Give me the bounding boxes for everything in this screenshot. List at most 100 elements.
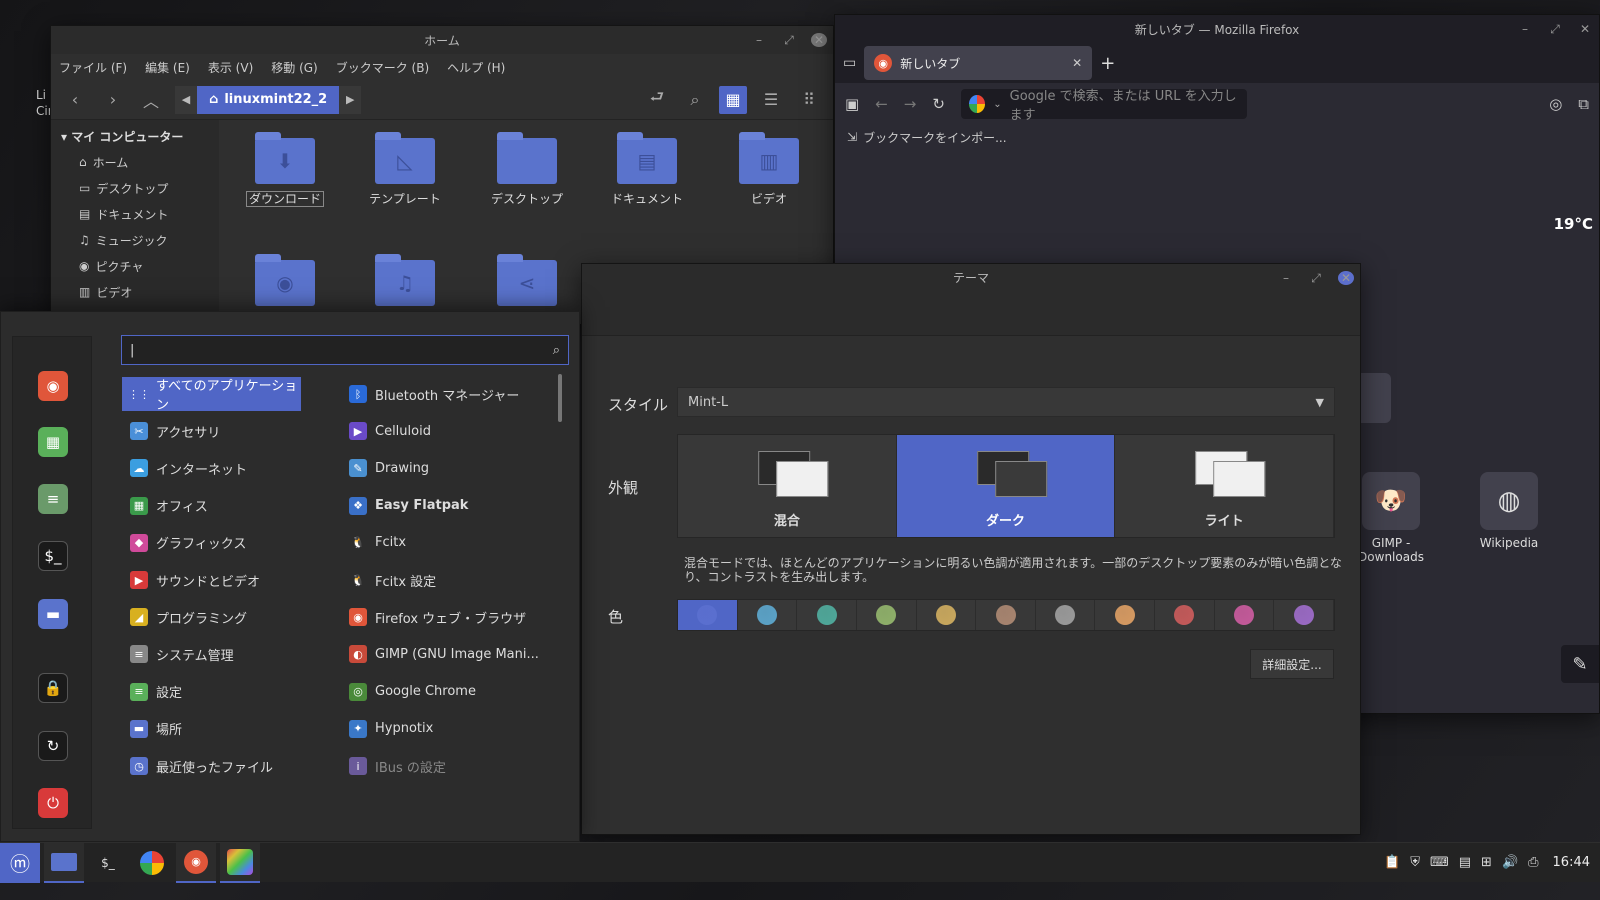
menu-item[interactable]: ブックマーク (B) [336,59,429,76]
menu-app-item[interactable]: ✎ Drawing [349,451,549,485]
path-right-arrow[interactable]: ▶ [339,85,362,114]
menu-app-item[interactable]: ◎ Google Chrome [349,675,549,709]
google-icon[interactable] [968,95,986,113]
network-icon[interactable]: ⊞ [1481,855,1492,870]
color-swatch[interactable] [1274,600,1335,630]
folder-item[interactable]: ▥ ビデオ [719,132,819,207]
app-list-scrollbar[interactable] [558,374,562,422]
color-swatch[interactable] [1155,600,1215,630]
up-button[interactable]: ︿ [137,86,165,114]
clock[interactable]: 16:44 [1553,855,1590,870]
grid-view-icon[interactable]: ▦ [719,85,747,114]
menu-search-input[interactable]: | ⌕ [121,335,569,365]
account-icon[interactable]: ◎ [1549,95,1562,113]
forward-button[interactable]: › [99,86,127,114]
new-tab-button[interactable]: + [1100,53,1115,74]
tab-new-tab[interactable]: ◉ 新しいタブ ✕ [864,46,1093,80]
menu-button[interactable]: ⓜ [0,842,40,883]
menu-app-item[interactable]: 🐧 Fcitx [349,526,549,560]
menu-app-item[interactable]: ◉ Firefox ウェブ・ブラウザ [349,600,549,634]
path-left-arrow[interactable]: ◀ [175,85,197,114]
lock-fav[interactable]: 🔒 [38,673,68,703]
back-icon[interactable]: ← [875,95,888,113]
menu-category[interactable]: ▦ オフィス [122,489,301,523]
files-fav[interactable]: ▬ [38,599,68,629]
settings-fav[interactable]: ≡ [38,484,68,514]
menu-category[interactable]: ⋮⋮ すべてのアプリケーション [122,377,301,413]
chevron-down-icon[interactable]: ⌄ [993,99,1001,110]
url-bar[interactable]: ⌄ Google で検索、または URL を入力します [960,89,1248,123]
sidebar-item[interactable]: ▤ ドキュメント [51,201,219,227]
menu-app-item[interactable]: ▶ Celluloid [349,414,549,448]
logout-fav[interactable]: ↻ [38,731,68,761]
url-input[interactable]: Google で検索、または URL を入力します [1010,85,1239,123]
sidebar-item[interactable]: ♫ ミュージック [51,227,219,253]
close-tab-icon[interactable]: ✕ [1072,56,1082,70]
menu-category[interactable]: ◢ プログラミング [122,600,301,634]
keyboard-icon[interactable]: ⌨ [1430,855,1449,870]
folder-item[interactable]: ◉ [235,254,335,312]
style-dropdown[interactable]: Mint-L ▼ [677,387,1335,417]
volume-icon[interactable]: 🔊 [1502,855,1518,870]
sidebar-item[interactable]: ⌂ ホーム [51,149,219,175]
taskbar-terminal[interactable]: $_ [88,843,128,883]
folder-item[interactable]: デスクトップ [477,132,577,207]
folder-item[interactable]: ◺ テンプレート [355,132,455,207]
menu-app-item[interactable]: ✦ Hypnotix [349,712,549,746]
path-crumb-home[interactable]: ⌂ linuxmint22_2 [197,85,340,114]
folder-item[interactable]: ⋖ [477,254,577,312]
close-button[interactable]: ✕ [1338,271,1354,285]
close-button[interactable]: ✕ [811,33,827,47]
menu-item[interactable]: ファイル (F) [59,59,127,76]
maximize-button[interactable]: ⤢ [1308,271,1324,286]
taskbar-themes[interactable] [220,842,260,883]
color-swatch[interactable] [916,600,977,630]
menu-category[interactable]: ▶ サウンドとビデオ [122,563,301,597]
minimize-button[interactable]: – [751,33,767,47]
taskbar-chrome[interactable] [132,843,172,883]
menu-app-item[interactable]: ᛒ Bluetooth マネージャー [349,377,549,411]
menu-app-item[interactable]: i IBus の設定 [349,749,549,783]
menu-category[interactable]: ◷ 最近使ったファイル [122,749,301,783]
taskbar-files[interactable] [44,842,84,883]
appearance-option[interactable]: ライト [1115,435,1335,537]
firefox-fav[interactable]: ◉ [38,371,68,401]
advanced-settings-button[interactable]: 詳細設定... [1250,649,1334,679]
color-swatch[interactable] [1214,600,1275,630]
folder-item[interactable]: ⬇ ダウンロード [235,132,335,207]
back-button[interactable]: ‹ [61,86,89,114]
terminal-fav[interactable]: $_ [38,541,68,571]
tab-list-icon[interactable]: ▭ [843,55,856,71]
shortcut-tile[interactable]: ◍ Wikipedia [1459,472,1559,550]
menu-app-item[interactable]: 🐧 Fcitx 設定 [349,563,549,597]
menu-category[interactable]: ▬ 場所 [122,712,301,746]
file-manager-titlebar[interactable]: ホーム – ⤢ ✕ [51,26,833,54]
forward-icon[interactable]: → [904,95,917,113]
menu-category[interactable]: ☁ インターネット [122,451,301,485]
power-fav[interactable]: ⏻ [38,788,68,818]
sidebar-item[interactable]: ▥ ビデオ [51,279,219,305]
menu-category[interactable]: ✂ アクセサリ [122,414,301,448]
color-swatch[interactable] [737,600,798,630]
compact-view-icon[interactable]: ⠿ [795,86,823,114]
import-bookmarks-link[interactable]: ブックマークをインポー... [863,129,1006,146]
firefox-titlebar[interactable]: 新しいタブ — Mozilla Firefox – ⤢ ✕ [835,15,1599,43]
color-swatch[interactable] [678,600,738,630]
menu-app-item[interactable]: ❖ Easy Flatpak [349,489,549,523]
menu-item[interactable]: 編集 (E) [145,59,190,76]
color-swatch[interactable] [976,600,1036,630]
list-view-icon[interactable]: ☰ [757,86,785,114]
menu-item[interactable]: 移動 (G) [271,59,317,76]
menu-category[interactable]: ≡ 設定 [122,675,301,709]
sidebar-header[interactable]: ▾ マイ コンピューター [51,124,219,149]
appearance-option[interactable]: 混合 [678,435,897,537]
update-icon[interactable]: ⎙ [1528,855,1538,870]
appearance-option[interactable]: ダーク [896,435,1116,537]
sidebar-item[interactable]: ◉ ピクチャ [51,253,219,279]
color-swatch[interactable] [1035,600,1096,630]
edit-icon[interactable]: ✎ [1561,645,1599,683]
open-terminal-icon[interactable]: ⮐ [643,86,671,114]
maximize-button[interactable]: ⤢ [1547,22,1563,37]
color-swatch[interactable] [797,600,857,630]
menu-item[interactable]: ヘルプ (H) [447,59,505,76]
